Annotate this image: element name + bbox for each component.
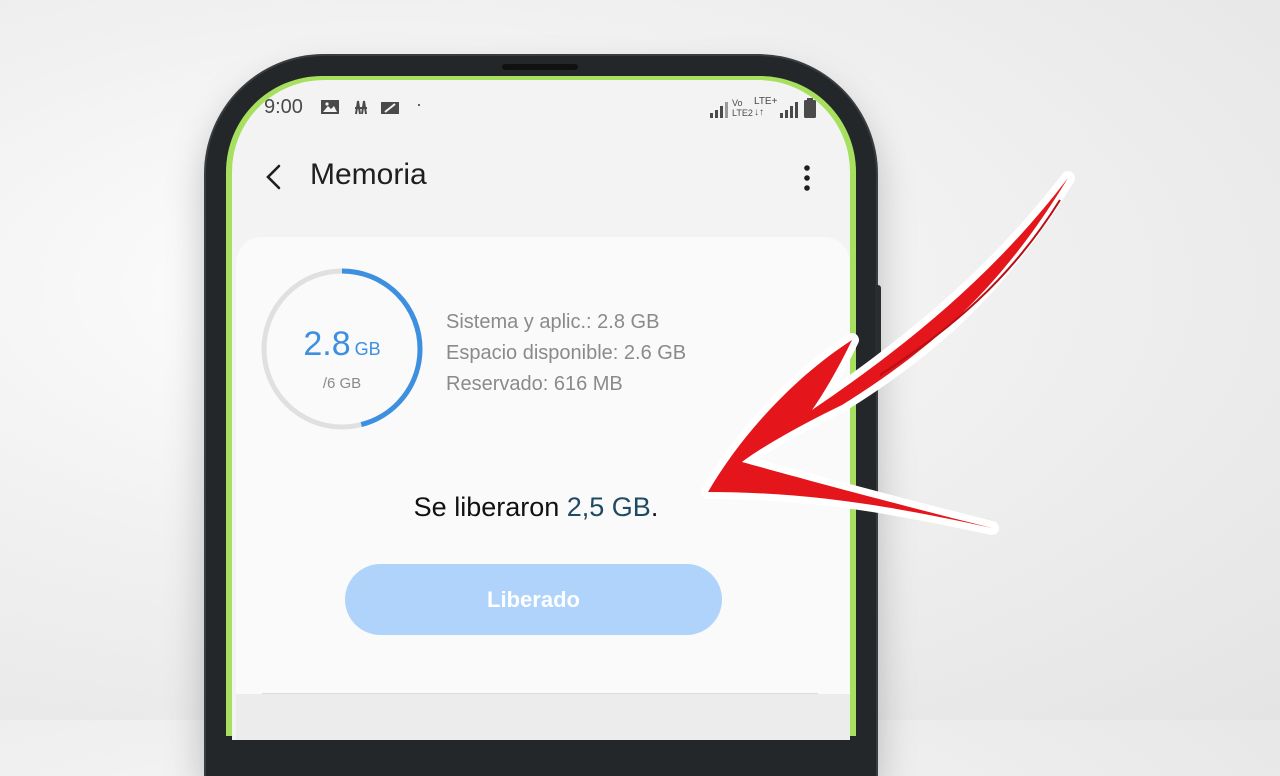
detail-reserved: Reservado: 616 MB xyxy=(446,373,623,395)
memory-card: 2.8 GB /6 GB Sistema y aplic.: 2.8 GB Esp… xyxy=(236,237,850,740)
status-bar: 9:00 · Vo LTE2 LTE+ ↓↑ xyxy=(264,92,824,122)
arrow-stroke-detail xyxy=(879,199,1061,376)
next-section xyxy=(236,694,850,740)
used-unit: GB xyxy=(354,339,381,359)
page-title: Memoria xyxy=(310,158,427,191)
notification-icon xyxy=(381,102,399,114)
app-bar: Memoria xyxy=(232,148,850,208)
memory-details: Sistema y aplic.: 2.8 GB Espacio disponi… xyxy=(446,307,686,400)
liberado-button[interactable]: Liberado xyxy=(345,564,722,635)
signal-icon xyxy=(710,102,728,118)
used-value: 2.8 xyxy=(303,325,351,363)
phone-earpiece xyxy=(502,64,578,70)
freed-message: Se liberaron 2,5 GB. xyxy=(236,492,836,523)
detail-available-space: Espacio disponible: 2.6 GB xyxy=(446,342,687,364)
phone-screen: 9:00 · Vo LTE2 LTE+ ↓↑ Memoria 2.8 GB /6… xyxy=(232,80,850,740)
status-time: 9:00 xyxy=(264,96,303,118)
volte-icon: Vo LTE2 xyxy=(732,98,753,118)
freed-suffix: . xyxy=(650,492,659,522)
used-memory-value: 2.8 GB xyxy=(258,325,426,364)
total-memory: /6 GB xyxy=(322,375,362,392)
freed-prefix: Se liberaron xyxy=(413,492,567,522)
detail-system-apps: Sistema y aplic.: 2.8 GB xyxy=(446,311,660,333)
volte-label-top: Vo xyxy=(732,98,743,108)
lte-label: LTE+ xyxy=(754,96,778,107)
freed-amount: 2,5 GB xyxy=(566,492,651,522)
battery-icon xyxy=(804,98,816,118)
image-icon xyxy=(321,100,339,114)
signal-icon xyxy=(780,102,798,118)
back-icon[interactable] xyxy=(258,160,292,194)
volte-label-bottom: LTE2 xyxy=(732,108,753,118)
app-icon xyxy=(355,100,367,115)
data-arrows-icon: ↓↑ xyxy=(754,107,764,118)
liberado-button-label: Liberado xyxy=(487,586,580,612)
dot-icon: · xyxy=(416,94,422,114)
lte-icon: LTE+ ↓↑ xyxy=(754,96,777,118)
more-vert-icon[interactable] xyxy=(792,160,822,196)
phone-side-button xyxy=(875,285,881,375)
